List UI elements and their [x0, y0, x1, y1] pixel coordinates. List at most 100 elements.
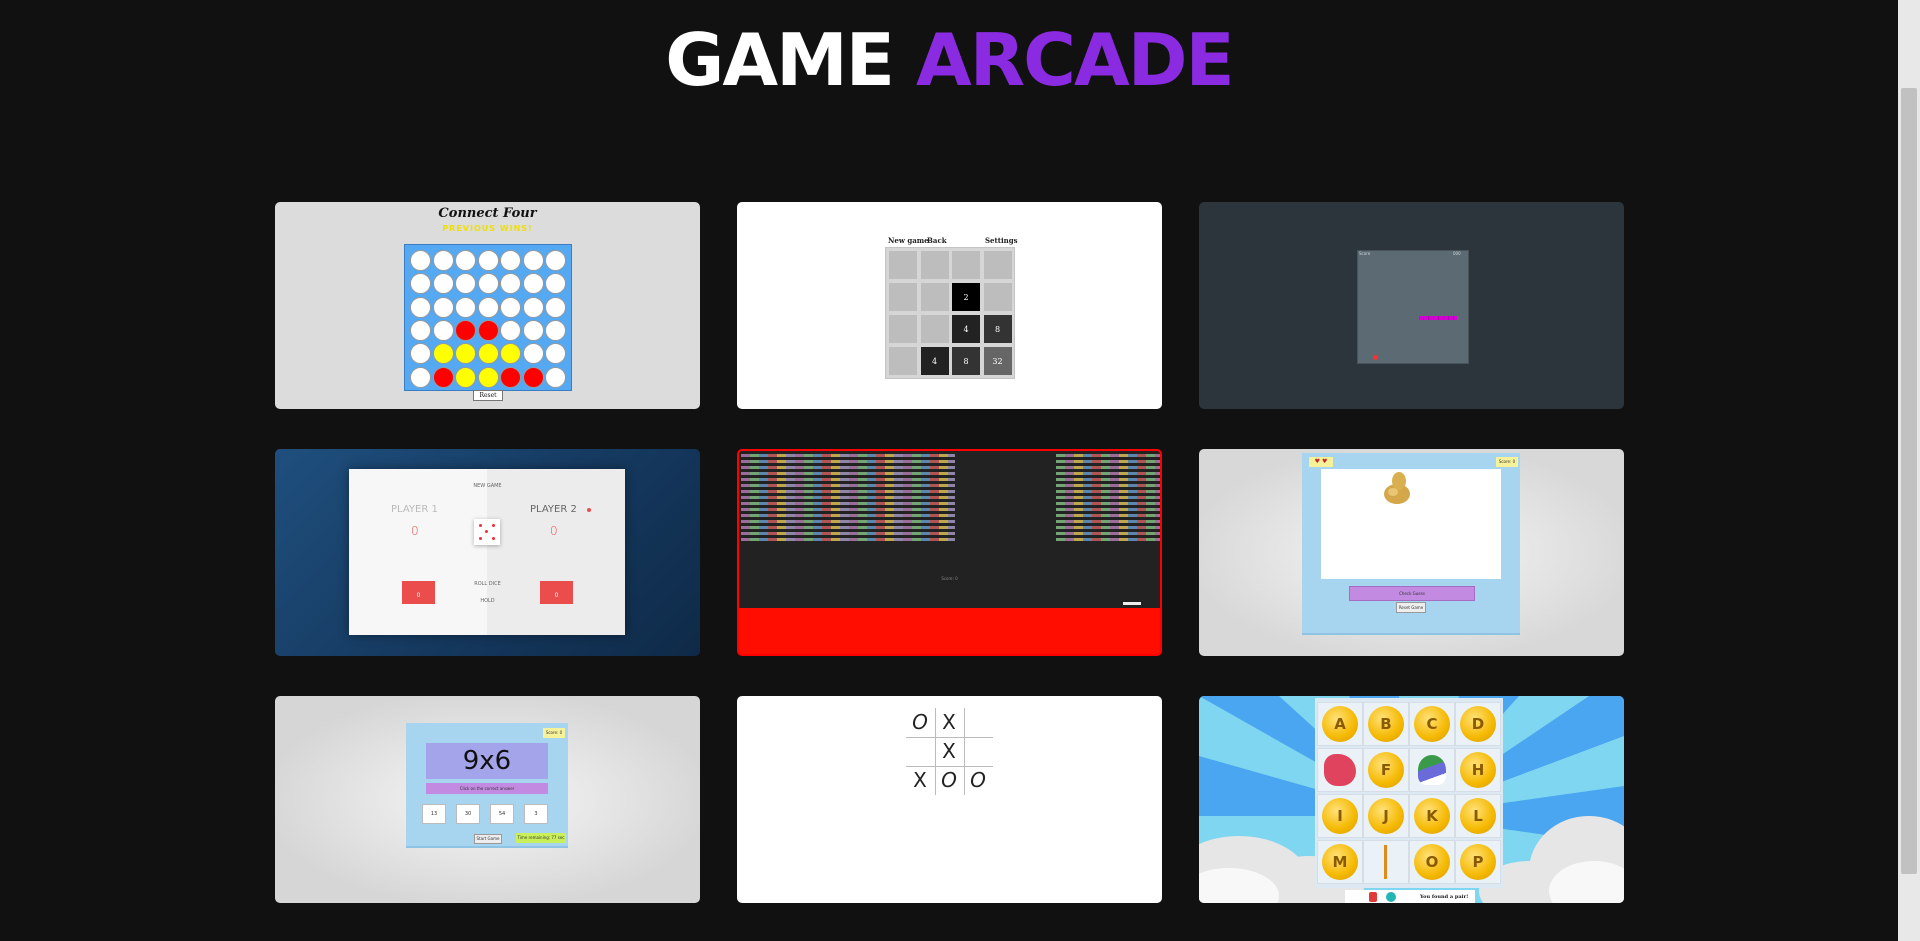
math-answer-button[interactable]: 3	[524, 804, 548, 824]
memory-card[interactable]: J	[1363, 794, 1409, 838]
connect-four-slot[interactable]	[410, 273, 431, 295]
ttt-cell[interactable]	[964, 710, 992, 737]
connect-four-slot[interactable]	[432, 319, 454, 341]
connect-four-slot[interactable]	[477, 319, 499, 341]
connect-four-slot[interactable]	[545, 250, 566, 271]
start-game-button[interactable]: Start Game	[474, 834, 502, 844]
ttt-cell[interactable]: X	[906, 768, 934, 795]
ttt-cell[interactable]: O	[906, 710, 934, 737]
connect-four-slot[interactable]	[500, 319, 521, 341]
scrollbar-thumb[interactable]	[1901, 88, 1917, 874]
memory-card[interactable]: P	[1455, 840, 1501, 884]
ttt-cell[interactable]: X	[935, 739, 963, 766]
connect-four-slot[interactable]	[522, 319, 544, 341]
math-answer-button[interactable]: 30	[456, 804, 480, 824]
connect-four-slot[interactable]	[500, 296, 521, 318]
connect-four-slot[interactable]	[477, 343, 499, 365]
connect-four-slot[interactable]	[500, 366, 521, 388]
memory-card[interactable]: L	[1455, 794, 1501, 838]
game-card-fruit-quiz[interactable]: ♥ ♥ Score: 0 Check Guess Reset Game	[1199, 449, 1624, 656]
game-card-tic-tac-toe[interactable]: OXXXOO	[737, 696, 1162, 903]
ttt-cell[interactable]: X	[935, 710, 963, 737]
roll-dice-button[interactable]: ROLL DICE	[275, 581, 700, 587]
memory-card[interactable]: D	[1455, 702, 1501, 746]
memory-card[interactable]: A	[1317, 702, 1363, 746]
connect-four-slot[interactable]	[545, 319, 566, 341]
connect-four-slot[interactable]	[545, 273, 566, 295]
connect-four-slot[interactable]	[432, 343, 454, 365]
game-card-breakout[interactable]: Score: 0	[737, 449, 1162, 656]
connect-four-slot[interactable]	[432, 366, 454, 388]
ttt-cell[interactable]: O	[935, 768, 963, 795]
connect-four-slot[interactable]	[500, 273, 521, 295]
connect-four-slot[interactable]	[545, 366, 566, 388]
ttt-board[interactable]: OXXXOO	[906, 708, 993, 795]
connect-four-slot[interactable]	[477, 366, 499, 388]
connect-four-slot[interactable]	[545, 343, 566, 365]
math-answer-button[interactable]: 13	[422, 804, 446, 824]
check-guess-button[interactable]: Check Guess	[1349, 586, 1475, 601]
memory-card[interactable]	[1317, 748, 1363, 792]
connect-four-slot[interactable]	[410, 296, 431, 318]
settings-link[interactable]: Settings	[985, 236, 1018, 245]
connect-four-slot[interactable]	[455, 343, 476, 365]
memory-card[interactable]: M	[1317, 840, 1363, 884]
memory-card[interactable]: O	[1409, 840, 1455, 884]
connect-four-slot[interactable]	[545, 296, 566, 318]
hold-button[interactable]: HOLD	[275, 598, 700, 604]
ttt-cell[interactable]	[964, 739, 992, 766]
back-link[interactable]: Back	[927, 236, 947, 245]
tile-2048	[920, 283, 949, 311]
memory-card[interactable]: H	[1455, 748, 1501, 792]
tile-2048	[889, 315, 917, 343]
memory-coin: P	[1460, 844, 1496, 880]
game-card-math-quiz[interactable]: Score: 0 9x6 Click on the correct answer…	[275, 696, 700, 903]
connect-four-slot[interactable]	[522, 273, 544, 295]
game-card-connect-four[interactable]: Connect Four PREVIOUS WINS! Reset	[275, 202, 700, 409]
connect-four-slot[interactable]	[477, 250, 499, 271]
memory-card[interactable]: I	[1317, 794, 1363, 838]
reset-game-button[interactable]: Reset Game	[1396, 602, 1426, 613]
connect-four-slot[interactable]	[522, 250, 544, 271]
connect-four-slot[interactable]	[522, 366, 544, 388]
connect-four-slot[interactable]	[455, 250, 476, 271]
new-game-button[interactable]: NEW GAME	[275, 483, 700, 489]
connect-four-slot[interactable]	[432, 273, 454, 295]
connect-four-reset-button[interactable]: Reset	[473, 390, 503, 401]
connect-four-slot[interactable]	[500, 250, 521, 271]
connect-four-slot[interactable]	[455, 366, 476, 388]
tile-2048	[983, 283, 1012, 311]
game-card-2048[interactable]: New game Back Settings 2 4 8 4 8 32	[737, 202, 1162, 409]
memory-card[interactable]	[1363, 840, 1409, 884]
memory-card[interactable]: F	[1363, 748, 1409, 792]
connect-four-board[interactable]	[404, 244, 572, 391]
connect-four-slot[interactable]	[410, 250, 431, 271]
connect-four-slot[interactable]	[477, 296, 499, 318]
game-card-memory[interactable]: ABCD F H IJKL M OP You found a pair!	[1199, 696, 1624, 903]
connect-four-slot[interactable]	[455, 296, 476, 318]
connect-four-slot[interactable]	[500, 343, 521, 365]
connect-four-slot[interactable]	[410, 366, 431, 388]
math-answer-button[interactable]: 54	[490, 804, 514, 824]
connect-four-slot[interactable]	[522, 296, 544, 318]
tile-2048	[889, 251, 917, 279]
connect-four-slot[interactable]	[432, 296, 454, 318]
connect-four-slot[interactable]	[477, 273, 499, 295]
connect-four-slot[interactable]	[522, 343, 544, 365]
game-card-snake[interactable]: Score 000	[1199, 202, 1624, 409]
ttt-cell[interactable]: O	[964, 768, 992, 795]
ttt-cell[interactable]	[906, 739, 934, 766]
game-card-pig-dice[interactable]: NEW GAME PLAYER 1 PLAYER 2 0 0 0 0 ROLL …	[275, 449, 700, 656]
connect-four-slot[interactable]	[410, 319, 431, 341]
memory-card[interactable]: B	[1363, 702, 1409, 746]
connect-four-slot[interactable]	[455, 273, 476, 295]
memory-card[interactable]	[1409, 748, 1455, 792]
memory-coin: F	[1368, 752, 1404, 788]
new-game-link[interactable]: New game	[888, 236, 929, 245]
connect-four-slot[interactable]	[410, 343, 431, 365]
scrollbar-track[interactable]	[1898, 0, 1920, 941]
connect-four-slot[interactable]	[432, 250, 454, 271]
memory-card[interactable]: K	[1409, 794, 1455, 838]
connect-four-slot[interactable]	[455, 319, 476, 341]
memory-card[interactable]: C	[1409, 702, 1455, 746]
